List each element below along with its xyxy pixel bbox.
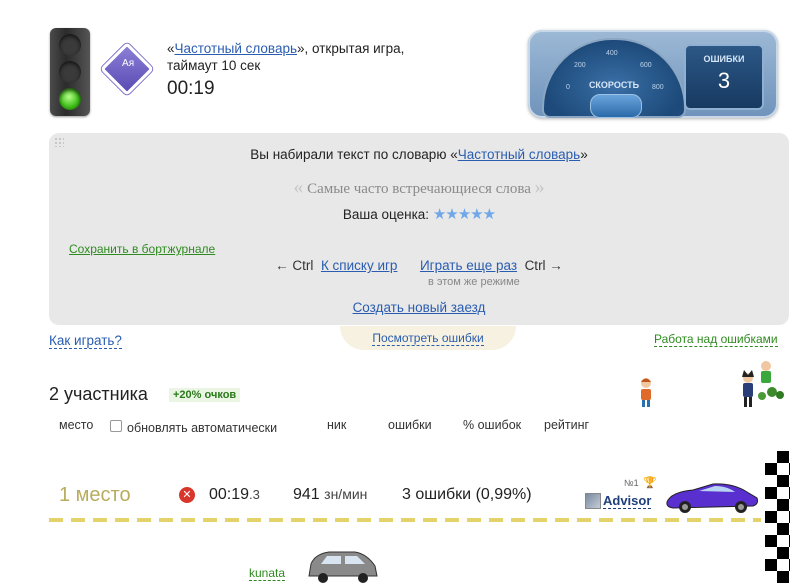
rating-row: Ваша оценка: ★★★★★: [49, 205, 789, 223]
track-divider: [49, 518, 761, 522]
race-car-icon: [308, 551, 378, 583]
quote-close-mark: »: [534, 176, 545, 198]
errors-counter: ОШИБКИ 3: [684, 44, 764, 110]
quote-open-mark: «: [293, 176, 304, 198]
spectator-icon: [641, 378, 651, 407]
typed-dictionary-link[interactable]: Частотный словарь: [458, 147, 581, 162]
navigation-row: ← Ctrl К списку игр Играть еще раз Ctrl …: [49, 258, 789, 273]
col-pct-errors: % ошибок: [463, 418, 522, 432]
speed-value: 941: [293, 486, 320, 503]
speed-unit: зн/мин: [324, 486, 368, 502]
new-race-row: Создать новый заезд: [49, 300, 789, 315]
timeout-text: таймаут 10 сек: [167, 58, 261, 73]
star-icon[interactable]: ★: [483, 206, 496, 223]
typed-prefix: Вы набирали текст по словарю «: [250, 147, 458, 162]
speed-label: СКОРОСТЬ: [588, 80, 640, 90]
finish-time-fraction: .3: [249, 487, 260, 502]
errors-summary: 3 ошибки (0,99%): [402, 486, 532, 503]
speed-readout: [590, 94, 642, 118]
play-again-link[interactable]: Играть еще раз: [420, 258, 517, 273]
typing-speed: 941 зн/мин: [293, 486, 367, 504]
dial-tick: 600: [640, 62, 652, 69]
star-icon[interactable]: ★: [445, 206, 458, 223]
errors-counter-value: 3: [717, 68, 731, 93]
typed-suffix: »: [580, 147, 588, 162]
work-on-errors-link[interactable]: Работа над ошибками: [654, 332, 778, 347]
game-info: «Частотный словарь», открытая игра, тайм…: [167, 40, 404, 74]
text-title: « Самые часто встречающиеся слова »: [49, 176, 789, 199]
bonus-badge: +20% очков: [169, 388, 241, 402]
game-type-text: », открытая игра,: [297, 41, 405, 56]
finish-time-main: 00:19: [209, 486, 250, 503]
avatar[interactable]: [585, 493, 601, 509]
dial-tick: 400: [606, 50, 618, 57]
ctrl-left-hint: ← Ctrl: [275, 258, 314, 273]
view-errors-tab: Посмотреть ошибки: [340, 326, 516, 350]
traffic-light-icon: [50, 28, 90, 116]
how-to-play-link[interactable]: Как играть?: [49, 333, 122, 349]
errors-counter-label: ОШИБКИ: [703, 54, 745, 64]
auto-update-label[interactable]: обновлять автоматически: [127, 421, 277, 435]
red-lamp: [59, 34, 81, 56]
yellow-lamp: [59, 61, 81, 83]
col-rating: рейтинг: [544, 418, 590, 432]
crowd-icon: [742, 361, 784, 407]
save-to-logbook-link[interactable]: Сохранить в бортжурнале: [69, 242, 215, 256]
col-errors: ошибки: [388, 418, 432, 432]
typed-text-info: Вы набирали текст по словарю «Частотный …: [49, 147, 789, 162]
place-label: 1 место: [59, 484, 131, 506]
quote-open: «: [167, 41, 175, 56]
rating-label: Ваша оценка:: [342, 207, 430, 222]
same-mode-note: в этом же режиме: [428, 276, 520, 288]
create-new-race-link[interactable]: Создать новый заезд: [353, 300, 486, 315]
view-errors-link[interactable]: Посмотреть ошибки: [372, 331, 484, 346]
finish-line: [765, 451, 790, 583]
green-lamp: [59, 88, 81, 110]
col-nick: ник: [327, 418, 347, 432]
rating-stars[interactable]: ★★★★★: [433, 206, 496, 223]
dictionary-icon: Aя: [100, 42, 154, 96]
dial-tick: 200: [574, 62, 586, 69]
star-icon[interactable]: ★: [433, 206, 446, 223]
star-icon[interactable]: ★: [458, 206, 471, 223]
ctrl-right-hint: Ctrl →: [524, 258, 563, 273]
trophy-icon: 🏆: [643, 477, 657, 489]
speed-dial: 0 200 400 600 800 СКОРОСТЬ: [542, 38, 686, 118]
panel-drag-handle: [54, 137, 64, 147]
star-icon[interactable]: ★: [470, 206, 483, 223]
col-place: место: [59, 418, 94, 432]
race-timer: 00:19: [167, 78, 215, 99]
dictionary-link[interactable]: Частотный словарь: [175, 41, 298, 56]
player-nick-link[interactable]: Advisor: [603, 493, 652, 509]
game-list-link[interactable]: К списку игр: [321, 258, 398, 273]
rank-number: №1: [624, 478, 639, 488]
auto-update-checkbox[interactable]: [110, 420, 122, 432]
text-title-value: Самые часто встречающиеся слова: [307, 181, 531, 197]
participants-count: 2 участника: [49, 384, 148, 404]
player-nick-link[interactable]: kunata: [249, 566, 286, 581]
race-car-icon: [666, 483, 758, 513]
finish-time: 00:19.3: [209, 486, 260, 504]
speedometer-panel: 0 200 400 600 800 СКОРОСТЬ ОШИБКИ 3: [528, 30, 778, 118]
remove-icon[interactable]: ✕: [179, 487, 195, 503]
